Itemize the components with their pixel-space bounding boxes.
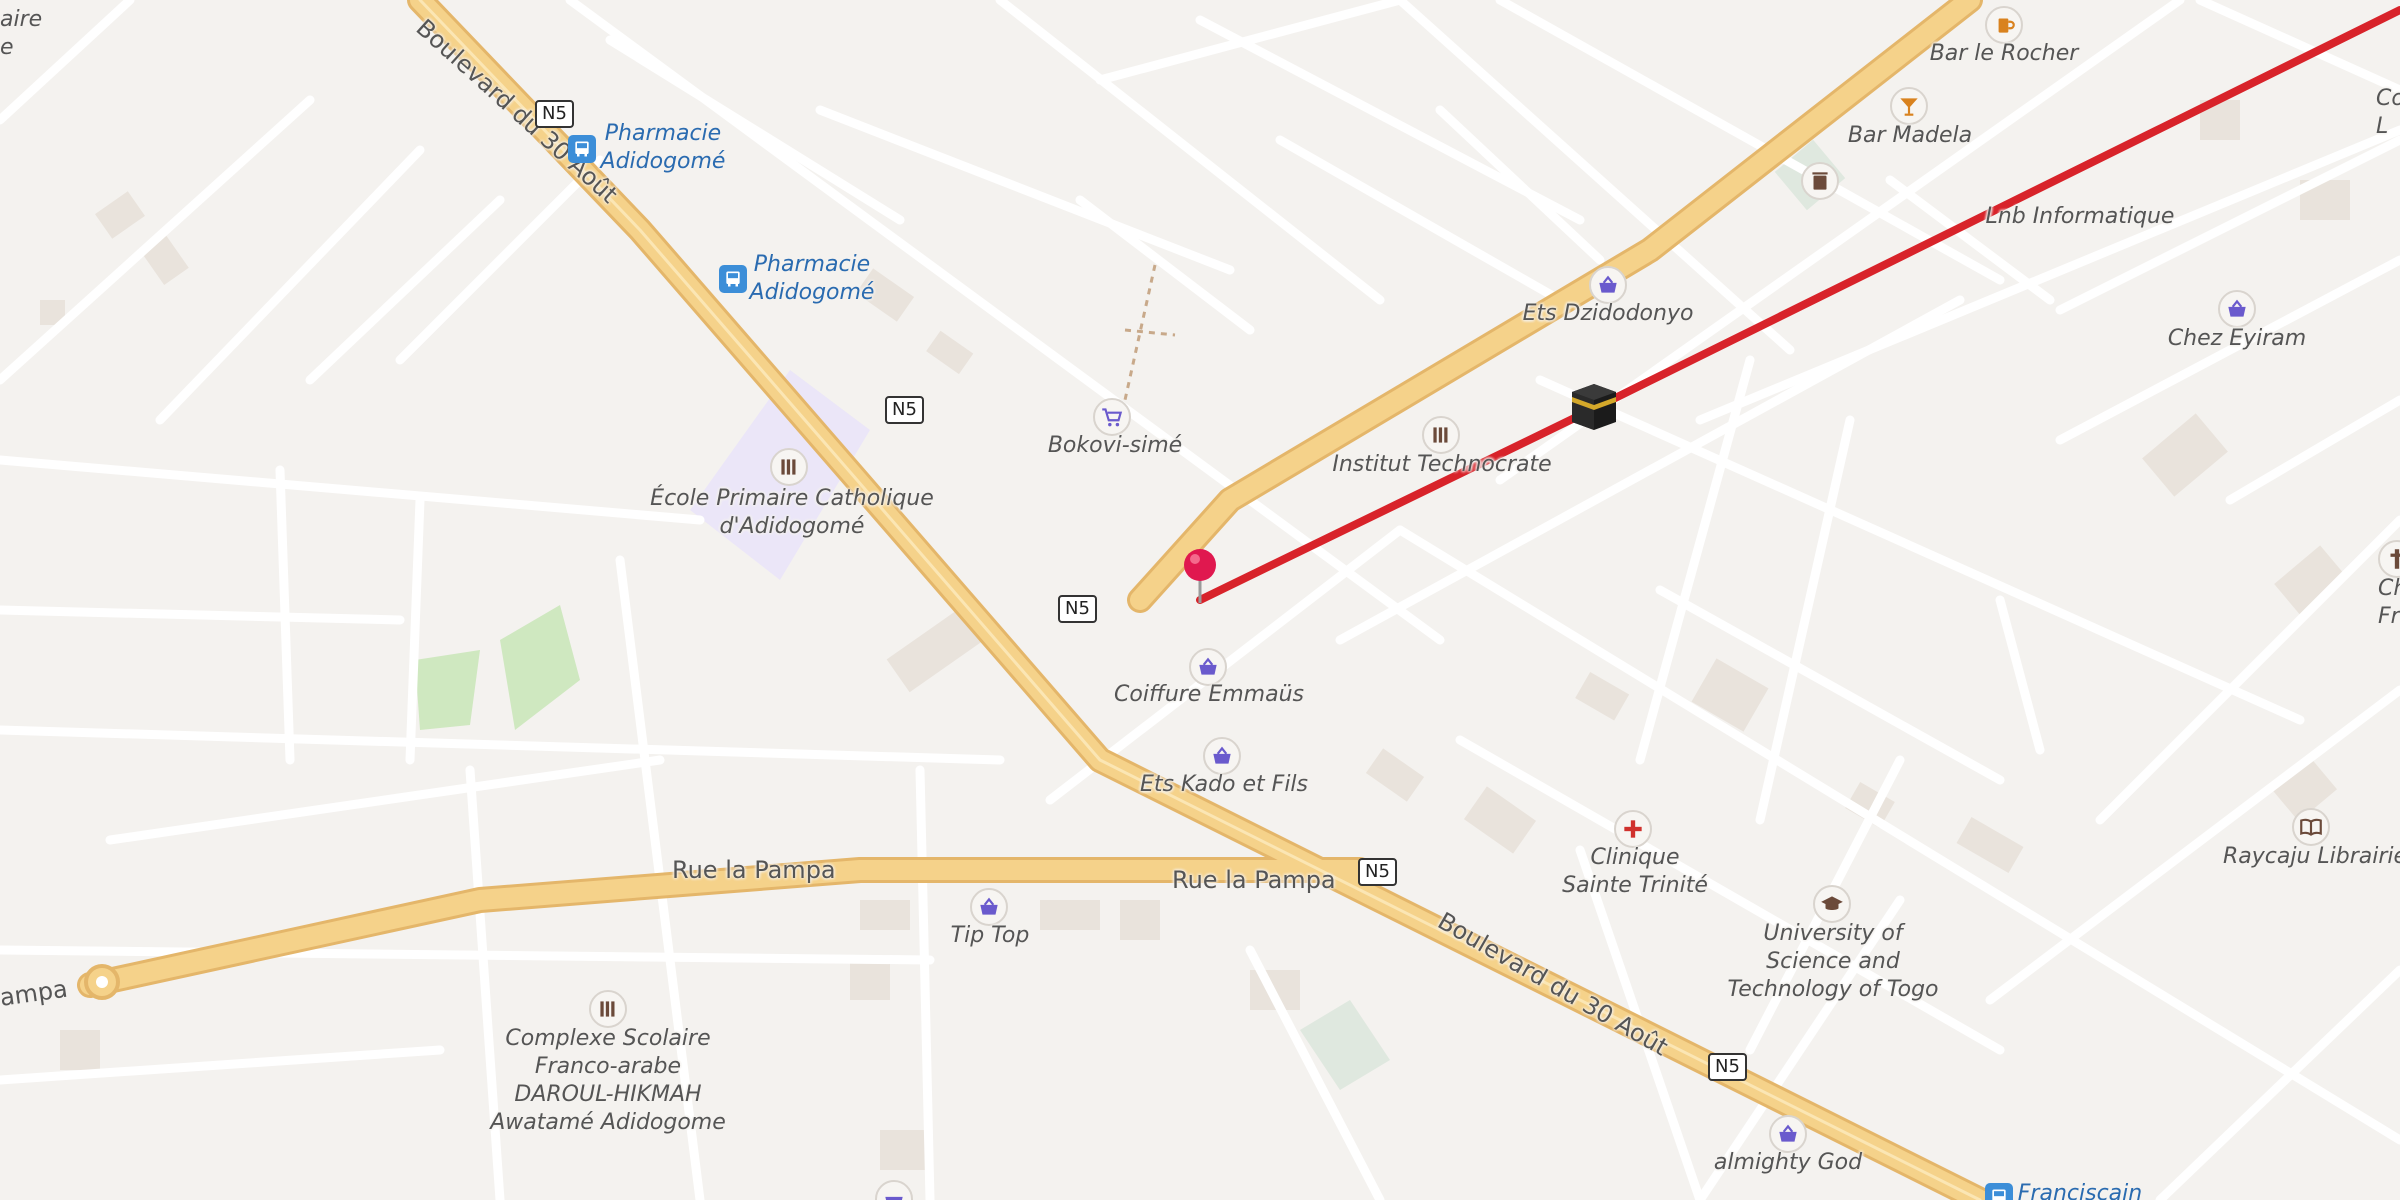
bus-stop-icon[interactable] [719,265,747,293]
road-shield-n5: N5 [1058,595,1097,623]
school-icon[interactable] [589,990,627,1028]
road-shield-n5: N5 [1708,1053,1747,1081]
poi-label-tip-top[interactable]: Tip Top [951,922,1030,950]
poi-label-university-of-science-and-technology[interactable]: University of Science and Technology of … [1727,920,1938,1004]
poi-label-coiffure-emmaus[interactable]: Coiffure Emmaüs [1114,681,1304,709]
shopping-basket-icon[interactable] [970,888,1008,926]
poi-label-bokovi-sime[interactable]: Bokovi-simé [1048,432,1182,460]
shopping-basket-icon[interactable] [2218,290,2256,328]
bus-stop-icon[interactable] [1985,1183,2013,1200]
beer-icon[interactable] [1985,6,2023,44]
road-shield-n5: N5 [1358,858,1397,886]
school-icon[interactable] [1422,416,1460,454]
map-canvas[interactable]: Boulevard du 30 Août Boulevard du 30 Aoû… [0,0,2400,1200]
street-label-rue-la-pampa: Rue la Pampa [1172,866,1336,894]
park-area [500,605,580,730]
poi-label-almighty-god[interactable]: almighty God [1714,1149,1862,1177]
poi-label-pharmacie-adidogome[interactable]: Pharmacie Adidogomé [750,251,875,307]
poi-label-clinique-sainte-trinite[interactable]: Clinique Sainte Trinité [1562,844,1708,900]
bus-stop-icon[interactable] [568,135,596,163]
poi-label-ecole-primaire-catholique[interactable]: École Primaire Catholique d'Adidogomé [650,485,934,541]
road-shield-n5: N5 [535,100,574,128]
poi-label-ets-kado-et-fils[interactable]: Ets Kado et Fils [1140,771,1308,799]
street-label-rue-la-pampa: Rue la Pampa [672,856,836,884]
poi-label-chez-eyiram[interactable]: Chez Eyiram [2168,325,2306,353]
shopping-basket-icon[interactable] [1769,1115,1807,1153]
poi-label-raycaju-librairie[interactable]: Raycaju Librairie [2223,843,2400,871]
road-shield-n5: N5 [885,396,924,424]
waste-basket-icon [1801,162,1839,200]
park-area [415,650,480,730]
poi-label-lnb-informatique[interactable]: Lnb Informatique [1986,203,2175,231]
graduation-cap-icon[interactable] [1813,885,1851,923]
shopping-basket-icon[interactable] [1589,266,1627,304]
poi-label-bar-madela[interactable]: Bar Madela [1848,122,1972,150]
location-pin-icon[interactable] [1182,545,1222,605]
school-icon[interactable] [770,448,808,486]
poi-label-complexe-scolaire-franco-arabe[interactable]: Complexe Scolaire Franco-arabe DAROUL-HI… [490,1025,726,1137]
footpaths [1123,264,1176,401]
roundabout-center [96,976,108,988]
poi-label-ets-dzidodonyo[interactable]: Ets Dzidodonyo [1523,300,1694,328]
kaaba-icon[interactable] [1568,382,1620,432]
book-icon[interactable] [2292,808,2330,846]
shopping-cart-icon[interactable] [1093,398,1131,436]
hospital-cross-icon[interactable] [1614,810,1652,848]
shopping-basket-icon[interactable] [1203,737,1241,775]
poi-label-edge-top-left: aire e [0,7,43,60]
poi-label-edge-top-right[interactable]: Co L [2376,85,2400,141]
poi-label-pharmacie-adidogome[interactable]: Pharmacie Adidogomé [601,120,726,176]
main-roads [77,0,1993,1200]
cocktail-icon[interactable] [1890,87,1928,125]
poi-label-bar-le-rocher[interactable]: Bar le Rocher [1930,40,2079,68]
poi-label-chapelle-edge[interactable]: Chapell Fran [2378,575,2400,631]
poi-label-franciscain[interactable]: Franciscain [2018,1180,2142,1200]
poi-label-institut-technocrate[interactable]: Institut Technocrate [1332,451,1551,479]
